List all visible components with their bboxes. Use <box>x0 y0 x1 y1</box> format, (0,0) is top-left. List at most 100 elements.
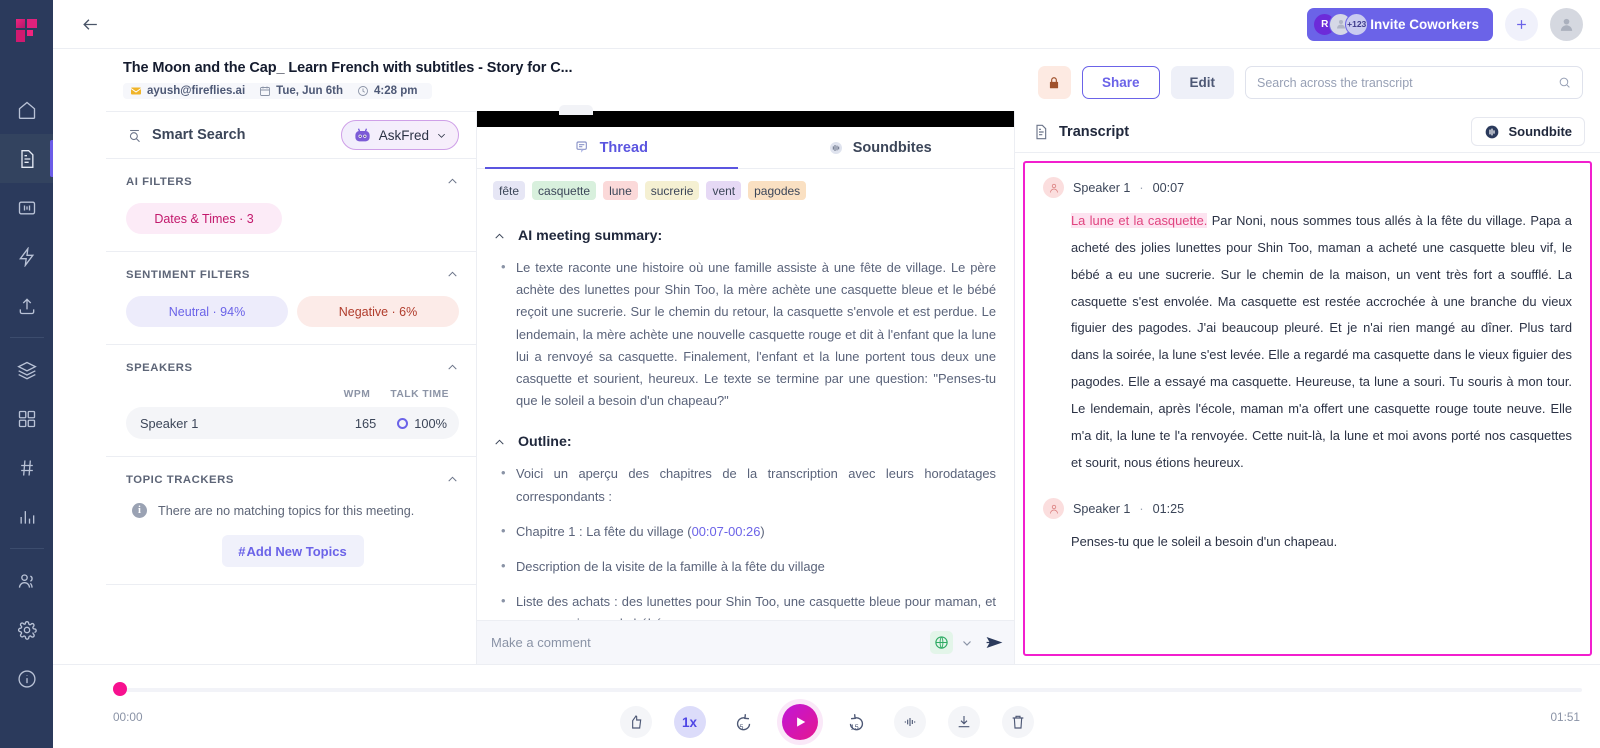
keyword-chip[interactable]: vent <box>706 181 742 200</box>
transcript-text: La lune et la casquette. Par Noni, nous … <box>1043 208 1572 476</box>
analytics-icon[interactable] <box>0 492 53 541</box>
send-icon[interactable] <box>985 633 1004 652</box>
app-logo[interactable] <box>0 4 53 57</box>
filter-chip-dates[interactable]: Dates & Times · 3 <box>126 203 282 234</box>
transcript-search[interactable] <box>1245 66 1583 99</box>
apps-icon[interactable] <box>0 394 53 443</box>
keyword-chip[interactable]: fête <box>493 181 526 200</box>
waveform-icon[interactable] <box>893 706 926 738</box>
speaker-name: Speaker 1 <box>140 415 199 431</box>
transcript-highlight: La lune et la casquette. <box>1071 213 1208 228</box>
thumbs-up-icon[interactable] <box>619 706 652 738</box>
transcript-timestamp[interactable]: 00:07 <box>1153 181 1185 195</box>
topic-empty-text: There are no matching topics for this me… <box>158 503 415 518</box>
tab-thread-label: Thread <box>599 139 648 156</box>
meta-date: Tue, Jun 6th <box>252 85 350 97</box>
outline-bullet-text: Chapitre 1 : La fête du village ( <box>516 523 692 539</box>
invite-coworkers-button[interactable]: R +123 Invite Coworkers <box>1307 7 1493 41</box>
filter-chip-negative[interactable]: Negative · 6% <box>297 296 459 327</box>
outline-timestamp-link[interactable]: 00:07-00:26 <box>692 524 761 539</box>
soundbite-button[interactable]: Soundbite <box>1471 117 1585 146</box>
scrubber-handle[interactable] <box>113 682 127 696</box>
thread-panel: Thread Soundbites fête casquette lune su <box>477 105 1015 664</box>
chevron-up-icon[interactable] <box>446 268 459 281</box>
add-new-topics-label: Add New Topics <box>246 543 347 559</box>
topic-trackers-header: TOPIC TRACKERS <box>126 473 459 486</box>
scrubber-track[interactable] <box>113 688 1582 692</box>
soundbite-icon <box>1486 125 1499 138</box>
speaker-row[interactable]: Speaker 1 165 100% <box>126 407 459 439</box>
home-icon[interactable] <box>0 85 53 134</box>
forward-15-icon[interactable]: 15 <box>840 706 872 738</box>
filter-chip-neutral[interactable]: Neutral · 94% <box>126 296 288 327</box>
info-icon: i <box>132 503 147 518</box>
meeting-header-actions: Share Edit <box>1037 60 1583 99</box>
team-icon[interactable] <box>0 556 53 605</box>
user-avatar[interactable] <box>1550 7 1583 41</box>
edit-button[interactable]: Edit <box>1170 66 1234 99</box>
meeting-icon[interactable] <box>0 183 53 232</box>
summary-bullet: Le texte raconte une histoire où une fam… <box>493 256 996 412</box>
globe-icon[interactable] <box>930 631 953 654</box>
hash-icon[interactable] <box>0 443 53 492</box>
meeting-header: The Moon and the Cap_ Learn French with … <box>53 49 1600 111</box>
tab-thread[interactable]: Thread <box>477 127 746 169</box>
layers-icon[interactable] <box>0 345 53 394</box>
chevron-up-icon[interactable] <box>493 230 506 243</box>
chevron-up-icon[interactable] <box>446 175 459 188</box>
add-button[interactable] <box>1505 7 1538 41</box>
comment-input[interactable] <box>491 635 922 650</box>
avatar-stack: R +123 <box>1313 12 1369 36</box>
rewind-5-icon[interactable]: 5 <box>728 706 760 738</box>
meta-email-text: ayush@fireflies.ai <box>147 85 246 97</box>
askfred-robot-icon <box>353 127 372 143</box>
speaker-avatar-icon <box>1043 177 1064 198</box>
transcript-block-header: Speaker 1 · 00:07 <box>1043 177 1572 198</box>
rail-divider-2 <box>9 548 44 549</box>
keyword-chip[interactable]: lune <box>603 181 638 200</box>
chevron-down-icon[interactable] <box>961 637 973 649</box>
info-icon[interactable] <box>0 654 53 703</box>
search-icon <box>1559 77 1570 88</box>
gear-icon[interactable] <box>0 605 53 654</box>
keyword-chip[interactable]: sucrerie <box>644 181 700 200</box>
smart-search-label: Smart Search <box>152 127 246 143</box>
chevron-up-icon[interactable] <box>446 473 459 486</box>
keyword-chip[interactable]: pagodes <box>748 181 807 200</box>
notepad-icon[interactable] <box>0 134 53 183</box>
transcript-body[interactable]: Speaker 1 · 00:07 La lune et la casquett… <box>1023 161 1592 656</box>
upload-icon[interactable] <box>0 281 53 330</box>
outline-title: Outline: <box>518 434 572 451</box>
content-columns: Smart Search AskFred AI FILTERS Dates & … <box>53 105 1600 664</box>
speaker-talk-pct: 100% <box>414 415 447 431</box>
comment-bar <box>477 620 1014 664</box>
transcript-timestamp[interactable]: 01:25 <box>1153 502 1185 516</box>
scrubber[interactable] <box>113 682 1582 696</box>
speakers-header: SPEAKERS <box>126 361 459 374</box>
lock-icon[interactable] <box>1037 66 1071 99</box>
chevron-down-icon <box>437 133 446 138</box>
transcript-speaker-name: Speaker 1 <box>1073 501 1131 516</box>
play-button[interactable] <box>781 704 818 740</box>
sentiment-chips: Neutral · 94% Negative · 6% <box>126 296 459 327</box>
chevron-up-icon[interactable] <box>493 436 506 449</box>
add-new-topics-button[interactable]: # Add New Topics <box>221 535 364 567</box>
trash-icon[interactable] <box>1001 706 1034 738</box>
download-icon[interactable] <box>947 706 980 738</box>
askfred-dropdown[interactable]: AskFred <box>340 120 459 150</box>
speaker-talk-time: 100% <box>397 416 447 431</box>
share-button[interactable]: Share <box>1081 66 1160 99</box>
meta-email: ayush@fireflies.ai <box>130 85 252 97</box>
video-player-strip[interactable] <box>477 105 1014 127</box>
separator-dot: · <box>1139 501 1144 516</box>
transcript-block-header: Speaker 1 · 01:25 <box>1043 498 1572 520</box>
tab-soundbites[interactable]: Soundbites <box>746 127 1015 168</box>
chevron-up-icon[interactable] <box>446 361 459 374</box>
bolt-icon[interactable] <box>0 232 53 281</box>
transcript-body-text: Par Noni, nous sommes tous allés à la fê… <box>1071 213 1572 470</box>
playback-speed-button[interactable]: 1x <box>673 706 706 738</box>
search-input[interactable] <box>1257 75 1558 90</box>
back-arrow-icon[interactable] <box>75 9 105 39</box>
keyword-chip[interactable]: casquette <box>532 181 597 200</box>
meeting-header-left: The Moon and the Cap_ Learn French with … <box>123 60 1038 102</box>
